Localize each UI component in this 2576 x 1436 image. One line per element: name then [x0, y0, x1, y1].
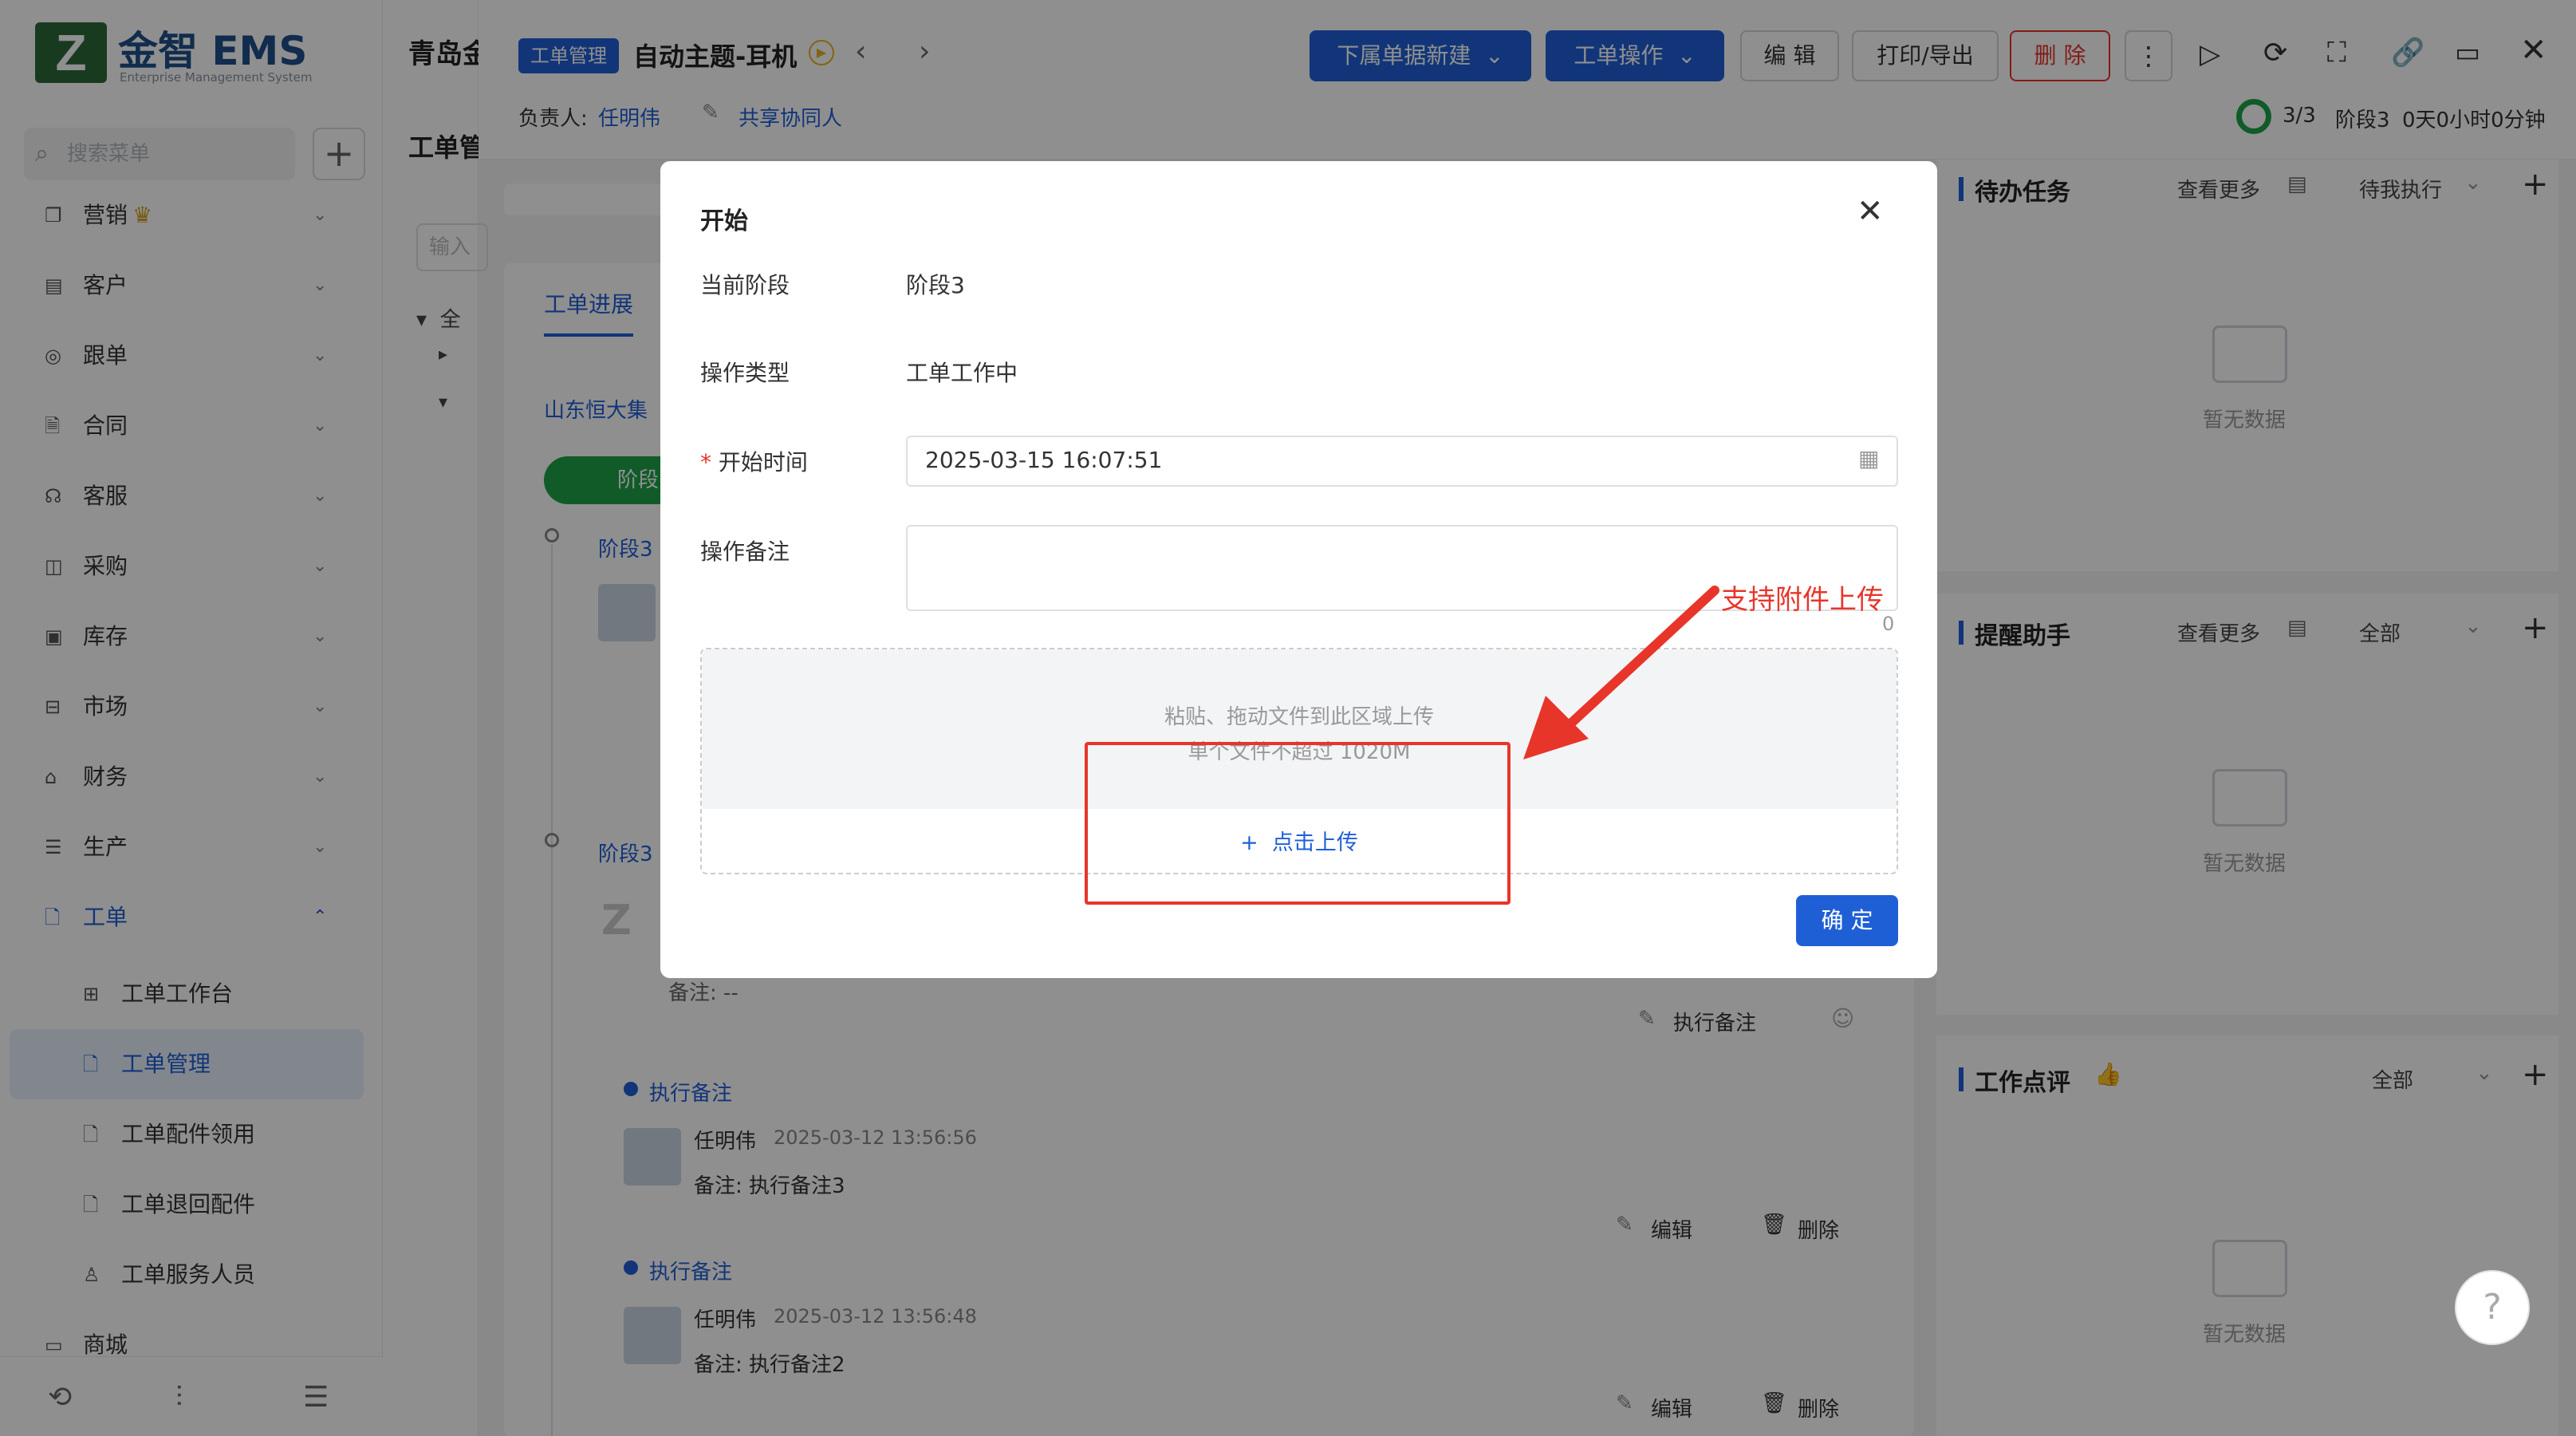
op-type-value: 工单工作中	[906, 360, 1018, 386]
remark-label: 操作备注	[700, 538, 790, 565]
annotation-highlight-box	[1085, 742, 1511, 905]
op-type-label: 操作类型	[700, 360, 790, 386]
current-stage-label: 当前阶段	[700, 272, 790, 298]
confirm-button[interactable]: 确 定	[1796, 895, 1898, 946]
annotation-label: 支持附件上传	[1721, 584, 1884, 616]
current-stage-value: 阶段3	[906, 272, 965, 298]
start-time-label-text: 开始时间	[718, 449, 808, 475]
remark-char-count: 0	[1882, 613, 1895, 635]
start-time-value: 2025-03-15 16:07:51	[925, 447, 1163, 473]
help-icon[interactable]: ?	[2455, 1270, 2530, 1345]
start-time-label: * 开始时间	[700, 445, 808, 477]
dialog-title: 开始	[700, 207, 748, 235]
start-time-input[interactable]: 2025-03-15 16:07:51 ▦	[906, 436, 1898, 487]
required-asterisk: *	[700, 449, 711, 475]
annotation-arrow-icon	[1523, 586, 1719, 759]
calendar-icon[interactable]: ▦	[1858, 445, 1879, 471]
close-icon[interactable]: ✕	[1857, 193, 1884, 230]
